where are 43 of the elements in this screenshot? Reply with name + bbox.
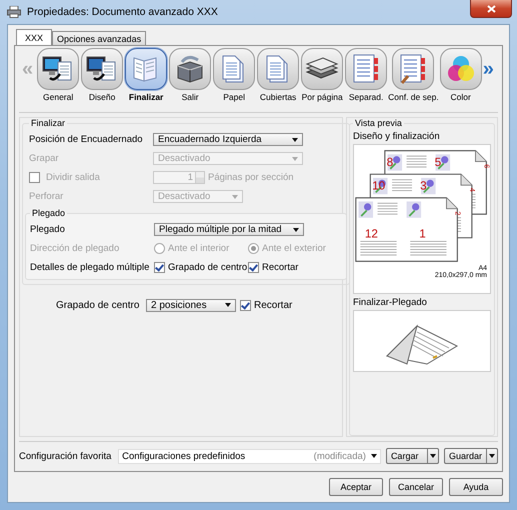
page-number: 3 — [420, 180, 427, 193]
fold-detail-checkbox[interactable]: Recortar — [248, 262, 342, 273]
preview-title: Diseño y finalización — [353, 131, 441, 142]
window-title: Propiedades: Documento avanzado XXX — [27, 6, 218, 18]
preview-title: Finalizar-Plegado — [353, 297, 428, 308]
trim-checkbox[interactable]: Recortar — [240, 300, 334, 310]
folding-dropdown[interactable]: Plegado múltiple por la mitad — [154, 223, 304, 236]
favorite-settings-dropdown[interactable]: Configuraciones predefinidos (modificada) — [118, 448, 381, 464]
dialog-button[interactable]: Cancelar — [389, 478, 443, 496]
group-title: Plegado — [31, 208, 66, 218]
load-button[interactable]: Cargar — [386, 448, 439, 464]
color-circles-icon — [446, 54, 476, 84]
page-number: 10 — [372, 180, 386, 193]
field-label: Grapar — [29, 153, 60, 164]
field-label: Perforar — [29, 191, 64, 202]
page-number: 2 — [454, 211, 463, 216]
page-number: 4 — [468, 188, 478, 192]
close-icon — [486, 4, 496, 12]
dialog-button[interactable]: Ayuda — [449, 478, 503, 496]
page-number: 5 — [434, 156, 442, 170]
scroll-right-arrow[interactable]: » — [482, 58, 494, 80]
field-label: Plegado — [30, 224, 66, 235]
printer-icon — [7, 6, 21, 18]
fold-detail-checkbox[interactable]: Grapado de centro — [154, 262, 248, 273]
dialog-tab[interactable]: XXX — [16, 29, 52, 45]
field-label: Posición de Encuadernado — [29, 134, 144, 145]
field-label: Detalles de plegado múltiple — [30, 262, 150, 273]
group-title: Finalizar — [30, 118, 66, 128]
page-number: 12 — [364, 228, 378, 241]
page-number: 6 — [482, 164, 490, 168]
field-label: Configuración favorita — [19, 450, 112, 462]
binding-dropdown[interactable]: Encuadernado Izquierda — [153, 133, 303, 146]
save-button[interactable]: Guardar — [444, 448, 498, 464]
field-label: Grapado de centro — [55, 300, 140, 310]
field-label: Dirección de plegado — [30, 243, 120, 254]
unit-label: Páginas por sección — [208, 172, 294, 183]
close-button[interactable] — [470, 0, 512, 18]
dialog-tab[interactable]: Opciones avanzadas — [52, 31, 146, 45]
page-number: 1 — [419, 228, 426, 241]
dialog-button[interactable]: Aceptar — [329, 478, 383, 496]
page-number: 8 — [386, 156, 394, 170]
group-title: Vista previa — [354, 118, 403, 128]
center-staple-dropdown[interactable]: 2 posiciones — [146, 298, 236, 312]
